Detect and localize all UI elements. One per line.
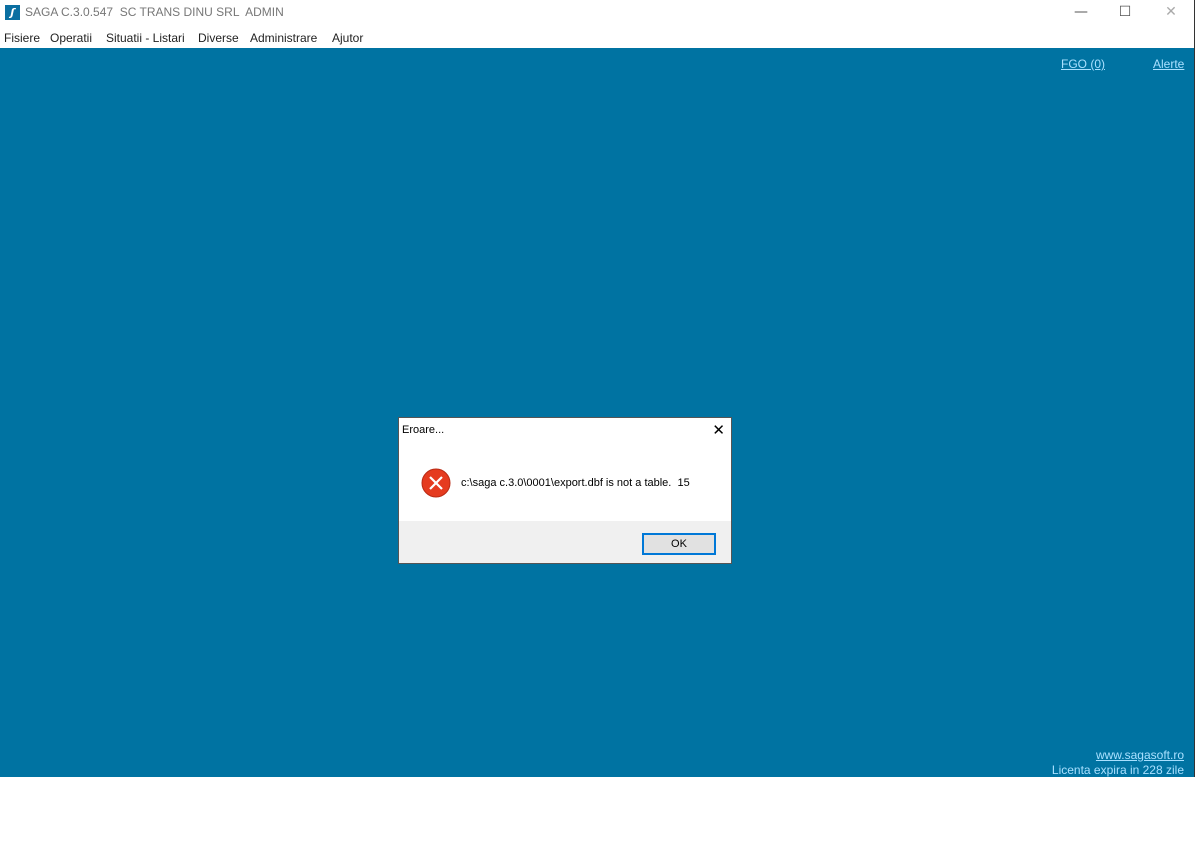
menu-item-situatii-listari[interactable]: Situatii - Listari: [106, 31, 185, 45]
close-button[interactable]: ✕: [1148, 0, 1194, 26]
window-title: SAGA C.3.0.547 SC TRANS DINU SRL ADMIN: [25, 5, 284, 19]
license-status: Licenta expira in 228 zile: [1051, 763, 1184, 777]
ok-button[interactable]: OK: [642, 533, 716, 555]
menu-item-ajutor[interactable]: Ajutor: [332, 31, 363, 45]
maximize-button[interactable]: ☐: [1102, 0, 1148, 26]
main-window: ʃ SAGA C.3.0.547 SC TRANS DINU SRL ADMIN…: [0, 0, 1194, 777]
error-icon: [421, 468, 451, 498]
dialog-footer: OK: [399, 521, 731, 563]
dialog-close-button[interactable]: ✕: [712, 420, 725, 440]
desktop-area: FGO (0) Alerte www.sagasoft.ro Licenta e…: [0, 48, 1194, 777]
dialog-title: Eroare...: [402, 424, 445, 436]
error-dialog: Eroare... ✕ c:\saga c.3.0\0001\export.db…: [398, 417, 732, 564]
menu-item-operatii[interactable]: Operatii: [50, 31, 92, 45]
alerts-link[interactable]: Alerte: [1153, 57, 1184, 71]
minimize-button[interactable]: —: [1058, 0, 1104, 26]
menu-bar: Fisiere Operatii Situatii - Listari Dive…: [0, 27, 1194, 48]
menu-item-diverse[interactable]: Diverse: [198, 31, 239, 45]
menu-item-administrare[interactable]: Administrare: [250, 31, 317, 45]
menu-item-fisiere[interactable]: Fisiere: [4, 31, 40, 45]
error-message: c:\saga c.3.0\0001\export.dbf is not a t…: [461, 477, 690, 489]
title-bar: ʃ SAGA C.3.0.547 SC TRANS DINU SRL ADMIN…: [0, 0, 1194, 26]
saga-logo-icon[interactable]: ʃ: [5, 5, 20, 20]
sagasoft-link[interactable]: www.sagasoft.ro: [1096, 748, 1184, 762]
fgo-link[interactable]: FGO (0): [1061, 57, 1105, 71]
